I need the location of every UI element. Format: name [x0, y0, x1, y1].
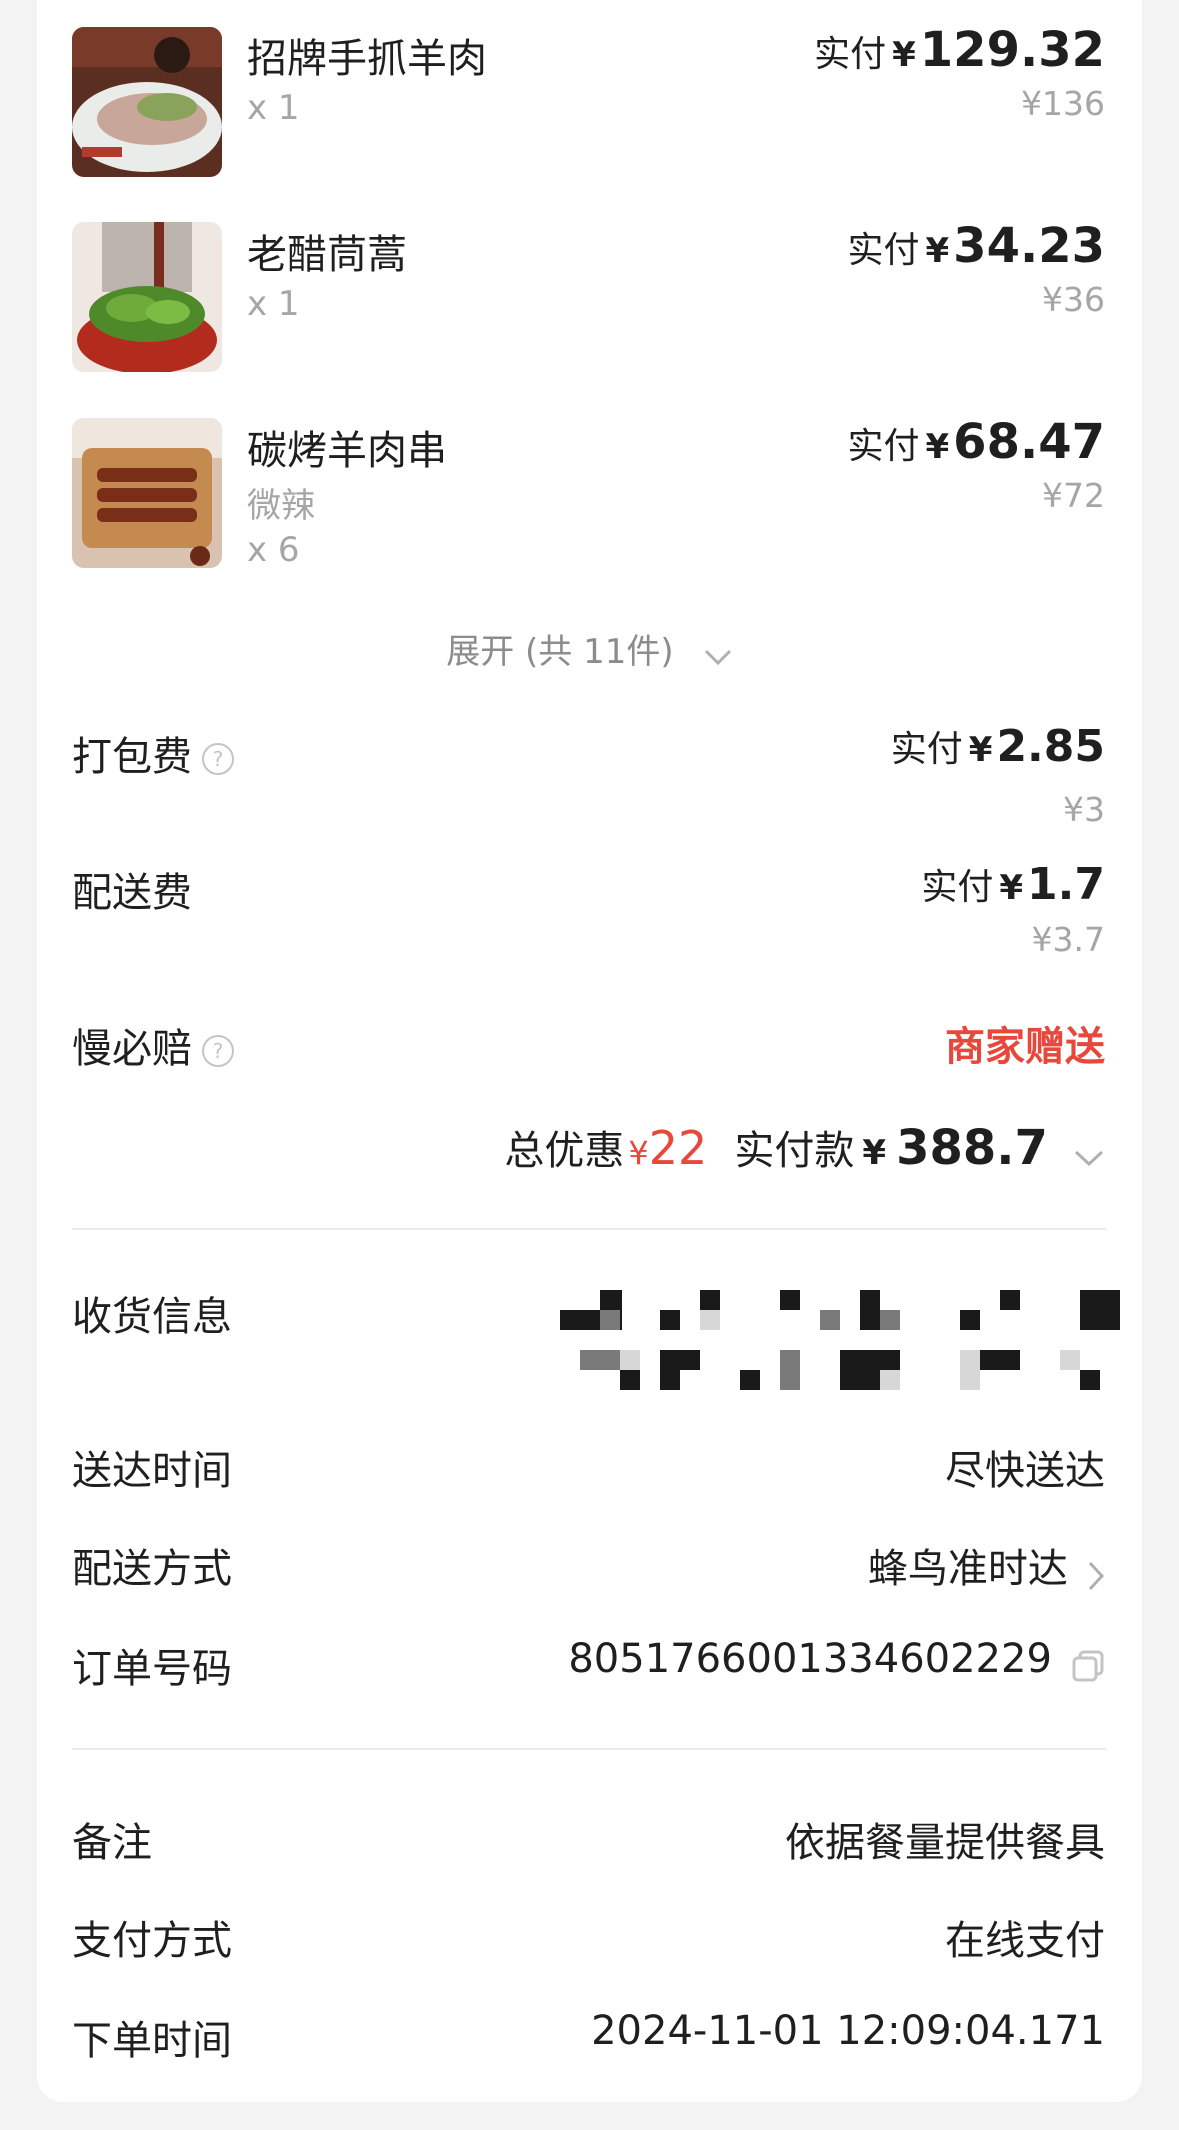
- delivery-method-label: 配送方式: [72, 1546, 232, 1592]
- packing-fee-pay: 实付 ¥2.85: [890, 721, 1105, 772]
- delivery-method-link[interactable]: 蜂鸟准时达: [868, 1536, 1105, 1596]
- item-pay: 实付 ¥129.32: [814, 22, 1105, 78]
- item-spec: 微辣: [247, 486, 315, 526]
- note-value: 依据餐量提供餐具: [785, 1820, 1105, 1866]
- item-name: 老醋茼蒿: [247, 232, 407, 278]
- delivery-method-value: 蜂鸟准时达: [867, 1546, 1068, 1592]
- packing-fee-label: 打包费?: [72, 724, 234, 782]
- item-pay: 实付 ¥34.23: [847, 218, 1105, 274]
- item-name: 招牌手抓羊肉: [247, 36, 487, 82]
- late-comp-value: 商家赠送: [945, 1024, 1105, 1070]
- item-image-greens: [72, 222, 222, 372]
- copy-icon[interactable]: [1071, 1649, 1105, 1687]
- expand-label: 展开 (共 11件): [446, 632, 674, 672]
- arrival-time-label: 送达时间: [72, 1448, 232, 1494]
- item-original-price: ¥72: [1042, 476, 1105, 515]
- order-time-label: 下单时间: [72, 2018, 232, 2064]
- order-number-value: 8051766001334602229: [568, 1636, 1052, 1682]
- question-mark-icon[interactable]: ?: [202, 743, 234, 775]
- divider: [72, 1748, 1106, 1750]
- late-comp-label: 慢必赔?: [72, 1016, 234, 1074]
- delivery-fee-pay: 实付 ¥1.7: [921, 859, 1105, 910]
- payment-method-value: 在线支付: [945, 1918, 1105, 1964]
- packing-fee-original: ¥3: [1063, 790, 1105, 829]
- order-summary[interactable]: 总优惠 ¥22 实付款 ¥388.7: [504, 1118, 1105, 1176]
- chevron-down-icon: [1073, 1148, 1105, 1172]
- payment-method-label: 支付方式: [72, 1918, 232, 1964]
- arrival-time-value: 尽快送达: [945, 1448, 1105, 1494]
- item-name: 碳烤羊肉串: [247, 428, 447, 474]
- item-pay: 实付 ¥68.47: [847, 414, 1105, 470]
- paid-label: 实付款: [734, 1128, 855, 1174]
- order-number-row: 8051766001334602229: [568, 1636, 1105, 1687]
- item-qty: x 6: [247, 530, 300, 570]
- item-image-skewers: [72, 418, 222, 568]
- order-time-value: 2024-11-01 12:09:04.171: [591, 2008, 1105, 2054]
- item-original-price: ¥36: [1042, 280, 1105, 319]
- item-pay-amount: 34.23: [953, 218, 1105, 274]
- discount-label: 总优惠: [504, 1128, 625, 1174]
- item-image-lamb: [72, 27, 222, 177]
- item-original-price: ¥136: [1021, 84, 1105, 123]
- item-pay-amount: 129.32: [919, 22, 1105, 78]
- delivery-fee-label: 配送费: [72, 870, 192, 916]
- discount-value: 22: [648, 1121, 708, 1175]
- item-qty: x 1: [247, 284, 300, 324]
- item-qty: x 1: [247, 88, 300, 128]
- address-obscured: [556, 1290, 1124, 1396]
- chevron-right-icon: [1087, 1560, 1105, 1596]
- item-pay-amount: 68.47: [953, 414, 1105, 470]
- divider: [72, 1228, 1106, 1230]
- chevron-down-icon: [703, 647, 733, 671]
- address-label: 收货信息: [72, 1294, 232, 1340]
- order-number-label: 订单号码: [72, 1646, 232, 1692]
- delivery-fee-original: ¥3.7: [1031, 920, 1105, 959]
- note-label: 备注: [72, 1820, 152, 1866]
- expand-button[interactable]: 展开 (共 11件): [0, 624, 1179, 673]
- paid-value: 388.7: [896, 1120, 1048, 1176]
- question-mark-icon[interactable]: ?: [202, 1035, 234, 1067]
